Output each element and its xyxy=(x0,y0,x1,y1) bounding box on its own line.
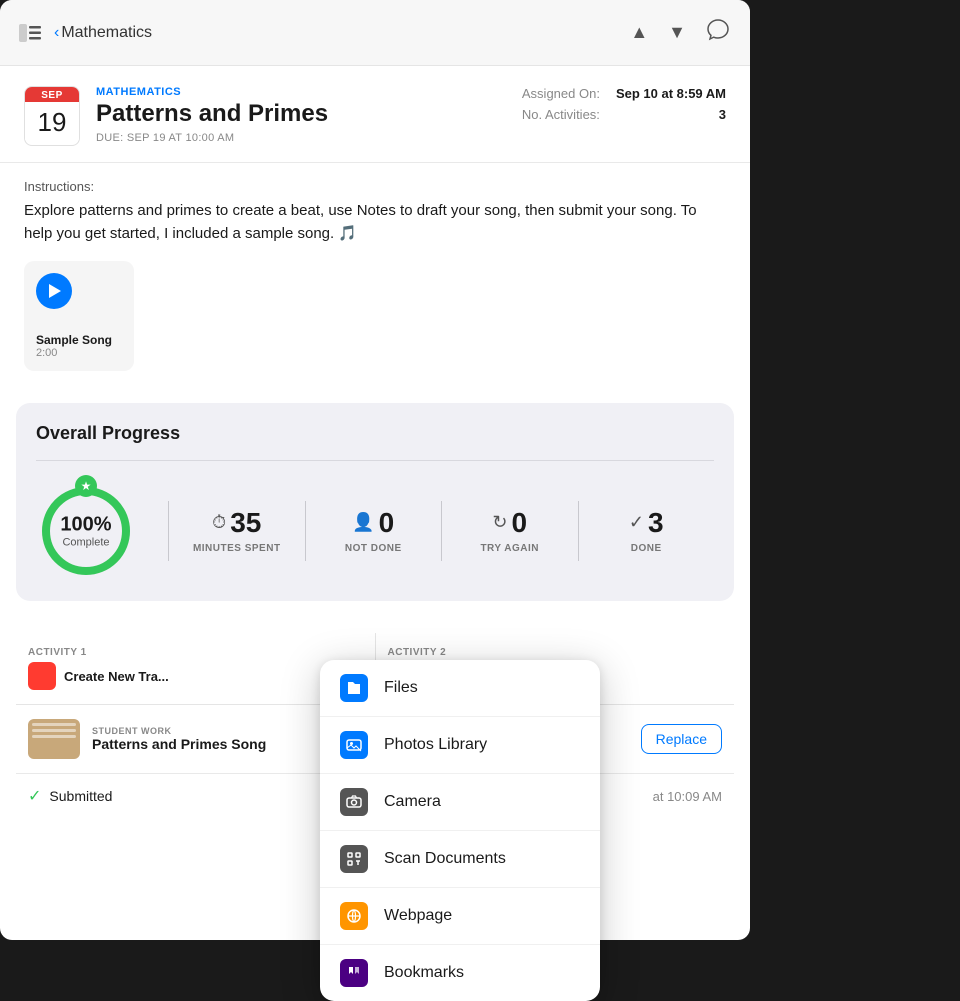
assignment-title: Patterns and Primes xyxy=(96,100,522,128)
stat-done-value: 3 xyxy=(648,509,664,537)
play-button[interactable] xyxy=(36,273,72,309)
activity-1-icon xyxy=(28,662,56,690)
dropdown-menu: Files Photos Library Camera xyxy=(320,660,600,1001)
bookmarks-icon xyxy=(340,959,368,987)
assigned-on-row: Assigned On: Sep 10 at 8:59 AM xyxy=(522,86,726,101)
progress-stats: ★ 100% Complete ⏱ 35 MINUTES SPENT xyxy=(36,481,714,581)
back-button[interactable]: ‹ Mathematics xyxy=(54,24,152,42)
nav-bar: ‹ Mathematics ▲ ▼ xyxy=(0,0,750,66)
right-panel xyxy=(750,0,960,940)
activity-2-label: ACTIVITY 2 xyxy=(388,647,723,658)
submitted-text: Submitted xyxy=(49,788,112,804)
activity-1-label: ACTIVITY 1 xyxy=(28,647,363,658)
activity-1-icon-row: Create New Tra... xyxy=(28,662,363,690)
camera-label: Camera xyxy=(384,793,441,811)
submitted-time: at 10:09 AM xyxy=(653,789,722,804)
progress-section: Overall Progress ★ 100% Complete xyxy=(16,403,734,601)
stat-try-again: ↻ 0 TRY AGAIN xyxy=(442,509,578,554)
camera-icon xyxy=(340,788,368,816)
stat-minutes-spent: ⏱ 35 MINUTES SPENT xyxy=(169,509,305,554)
webpage-label: Webpage xyxy=(384,907,452,925)
sidebar-toggle-button[interactable] xyxy=(16,22,44,44)
thumbnail-lines xyxy=(32,723,76,741)
stat-minutes-label: MINUTES SPENT xyxy=(193,543,281,554)
calendar-icon: SEP 19 xyxy=(24,86,80,146)
bookmarks-label: Bookmarks xyxy=(384,964,464,982)
stat-not-done: 👤 0 NOT DONE xyxy=(306,509,442,554)
chevron-left-icon: ‹ xyxy=(54,24,59,42)
play-icon xyxy=(49,284,61,298)
stat-minutes-value: 35 xyxy=(230,509,261,537)
instructions-section: Instructions: Explore patterns and prime… xyxy=(0,163,750,403)
menu-item-bookmarks[interactable]: Bookmarks xyxy=(320,945,600,1001)
stat-try-again-label: TRY AGAIN xyxy=(480,543,539,554)
try-again-icon: ↻ xyxy=(492,512,507,533)
stat-try-again-top: ↻ 0 xyxy=(492,509,527,537)
menu-item-camera[interactable]: Camera xyxy=(320,774,600,831)
nav-title: Mathematics xyxy=(61,24,152,42)
sample-song-card[interactable]: Sample Song 2:00 xyxy=(24,261,134,371)
song-duration: 2:00 xyxy=(36,347,122,359)
nav-actions: ▲ ▼ xyxy=(626,14,734,51)
menu-item-scan[interactable]: Scan Documents xyxy=(320,831,600,888)
stat-not-done-label: NOT DONE xyxy=(345,543,402,554)
nav-down-button[interactable]: ▼ xyxy=(664,18,690,47)
subject-label: MATHEMATICS xyxy=(96,86,522,98)
webpage-icon xyxy=(340,902,368,930)
stat-done-top: ✓ 3 xyxy=(629,509,664,537)
activity-1-title: Create New Tra... xyxy=(64,669,169,684)
calendar-day: 19 xyxy=(25,102,79,140)
calendar-month: SEP xyxy=(25,87,79,102)
song-title: Sample Song xyxy=(36,333,122,347)
stat-not-done-top: 👤 0 xyxy=(352,509,394,537)
assignment-info: MATHEMATICS Patterns and Primes DUE: SEP… xyxy=(96,86,522,146)
assigned-on-label: Assigned On: xyxy=(522,86,600,101)
student-work-thumbnail xyxy=(28,719,80,759)
submitted-check-icon: ✓ xyxy=(28,786,41,806)
stat-done: ✓ 3 DONE xyxy=(579,509,715,554)
menu-item-webpage[interactable]: Webpage xyxy=(320,888,600,945)
scan-label: Scan Documents xyxy=(384,850,506,868)
thumb-line-3 xyxy=(32,735,76,738)
menu-item-files[interactable]: Files xyxy=(320,660,600,717)
stat-not-done-value: 0 xyxy=(379,509,395,537)
files-label: Files xyxy=(384,679,418,697)
photos-icon xyxy=(340,731,368,759)
activities-row: No. Activities: 3 xyxy=(522,107,726,122)
circle-percent: 100% xyxy=(60,514,111,537)
files-icon xyxy=(340,674,368,702)
nav-up-button[interactable]: ▲ xyxy=(626,18,652,47)
activities-label: No. Activities: xyxy=(522,107,600,122)
circle-complete-label: Complete xyxy=(60,537,111,549)
progress-circle: ★ 100% Complete xyxy=(36,481,136,581)
circle-text: 100% Complete xyxy=(60,514,111,549)
assignment-meta: Assigned On: Sep 10 at 8:59 AM No. Activ… xyxy=(522,86,726,146)
nav-comment-button[interactable] xyxy=(702,14,734,51)
assigned-on-value: Sep 10 at 8:59 AM xyxy=(616,86,726,101)
assignment-header: SEP 19 MATHEMATICS Patterns and Primes D… xyxy=(0,66,750,163)
instructions-text: Explore patterns and primes to create a … xyxy=(24,200,726,245)
done-checkmark-icon: ✓ xyxy=(629,512,644,533)
photos-label: Photos Library xyxy=(384,736,487,754)
instructions-label: Instructions: xyxy=(24,179,726,194)
replace-button[interactable]: Replace xyxy=(641,724,722,754)
progress-circle-container: ★ 100% Complete xyxy=(36,481,136,581)
circle-star: ★ xyxy=(75,475,97,497)
progress-divider xyxy=(36,460,714,461)
thumb-line-2 xyxy=(32,729,76,732)
stat-minutes-top: ⏱ 35 xyxy=(212,509,261,537)
menu-item-photos[interactable]: Photos Library xyxy=(320,717,600,774)
thumb-line-1 xyxy=(32,723,76,726)
clock-icon: ⏱ xyxy=(212,512,226,533)
progress-title: Overall Progress xyxy=(36,423,714,444)
activities-value: 3 xyxy=(719,107,726,122)
due-date: DUE: SEP 19 AT 10:00 AM xyxy=(96,132,522,144)
stat-try-again-value: 0 xyxy=(512,509,528,537)
stat-done-label: DONE xyxy=(631,543,662,554)
scan-icon xyxy=(340,845,368,873)
not-done-icon: 👤 xyxy=(352,512,374,533)
